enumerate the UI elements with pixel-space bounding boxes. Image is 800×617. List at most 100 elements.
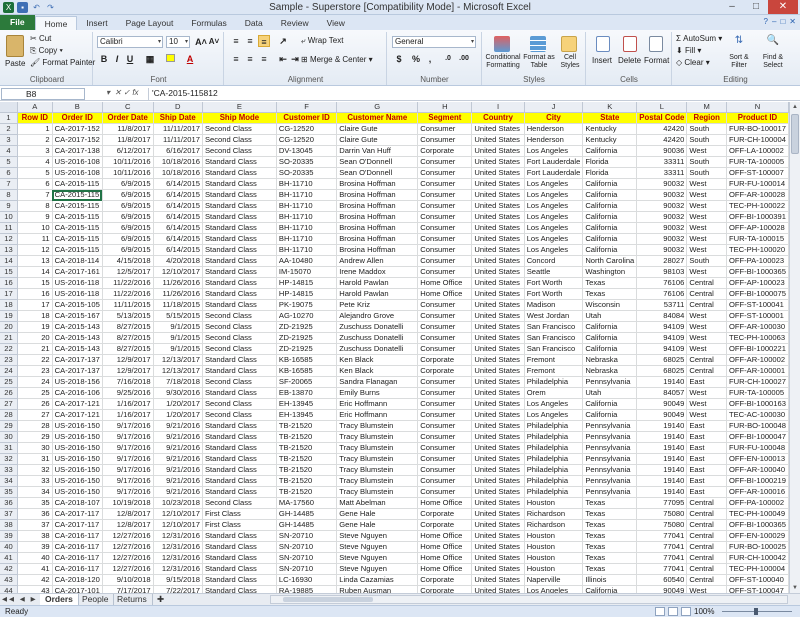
table-cell[interactable]: Consumer [417, 321, 473, 333]
table-cell[interactable]: West [686, 398, 727, 410]
table-cell[interactable]: AG-10270 [276, 310, 338, 322]
table-cell[interactable]: TEC-PH-100022 [726, 200, 789, 212]
table-cell[interactable]: 10/18/2016 [153, 167, 203, 179]
table-cell[interactable]: Harold Pawlan [336, 277, 419, 289]
table-cell[interactable]: 10 [17, 222, 53, 234]
table-cell[interactable]: Houston [524, 563, 584, 575]
table-cell[interactable]: United States [471, 310, 525, 322]
table-cell[interactable]: 6/14/2015 [153, 200, 203, 212]
table-cell[interactable]: Kentucky [582, 134, 638, 146]
table-cell[interactable]: DV-13045 [276, 145, 338, 157]
table-cell[interactable]: 9/15/2018 [153, 574, 203, 586]
table-cell[interactable]: East [686, 475, 727, 487]
table-cell[interactable]: Pennsylvania [582, 442, 638, 454]
row-header[interactable]: 22 [0, 343, 18, 355]
table-cell[interactable]: Consumer [417, 134, 473, 146]
table-cell[interactable]: IM-15070 [276, 266, 338, 278]
row-header[interactable]: 39 [0, 530, 18, 542]
table-cell[interactable]: Philadelphia [524, 431, 584, 443]
row-header[interactable]: 23 [0, 354, 18, 366]
table-cell[interactable]: 19140 [636, 464, 688, 476]
table-cell[interactable]: 6 [17, 178, 53, 190]
table-cell[interactable]: SF-20065 [276, 376, 338, 388]
sort-filter-icon[interactable]: ⇅ [731, 35, 747, 51]
row-header[interactable]: 2 [0, 123, 18, 135]
header-cell[interactable]: Country [471, 112, 525, 124]
header-cell[interactable]: Region [686, 112, 727, 124]
table-cell[interactable]: MA-17560 [276, 497, 338, 509]
table-cell[interactable]: CG-12520 [276, 123, 338, 135]
table-cell[interactable]: 68025 [636, 365, 688, 377]
table-cell[interactable]: Standard Class [202, 563, 277, 575]
table-cell[interactable]: 20 [17, 332, 53, 344]
table-cell[interactable]: Pete Kriz [336, 299, 419, 311]
header-cell[interactable]: Customer ID [276, 112, 338, 124]
table-cell[interactable]: OFF-ST-100047 [726, 585, 789, 593]
table-cell[interactable]: Consumer [417, 475, 473, 487]
table-cell[interactable]: PK-19075 [276, 299, 338, 311]
table-cell[interactable]: 35 [17, 497, 53, 509]
format-cells-button[interactable]: Format [644, 56, 669, 66]
table-cell[interactable]: 11/11/2015 [102, 299, 154, 311]
table-cell[interactable]: US-2016-150 [52, 486, 103, 498]
row-header[interactable]: 41 [0, 552, 18, 564]
table-cell[interactable]: CA-2018-114 [52, 255, 103, 267]
table-cell[interactable]: 1 [17, 123, 53, 135]
table-cell[interactable]: 9/17/2016 [102, 431, 154, 443]
table-cell[interactable]: Harold Pawlan [336, 288, 419, 300]
table-cell[interactable]: TEC-PH-100020 [726, 244, 789, 256]
table-cell[interactable]: 6/12/2017 [102, 145, 154, 157]
table-cell[interactable]: 9/21/2016 [153, 442, 203, 454]
table-cell[interactable]: California [582, 409, 638, 421]
table-cell[interactable]: West [686, 310, 727, 322]
vertical-scrollbar[interactable]: ▲ ▼ [789, 102, 800, 593]
table-cell[interactable]: 11/11/2017 [153, 123, 203, 135]
row-header[interactable]: 20 [0, 321, 18, 333]
table-cell[interactable]: Philadelphia [524, 464, 584, 476]
table-cell[interactable]: Steve Nguyen [336, 563, 419, 575]
table-cell[interactable]: TB-21520 [276, 486, 338, 498]
sheet-tab-orders[interactable]: Orders [40, 594, 79, 605]
orientation-icon[interactable]: ↗ [277, 35, 289, 47]
outdent-icon[interactable]: ⇥ [289, 53, 301, 65]
row-header[interactable]: 13 [0, 244, 18, 256]
borders-icon[interactable]: ▦ [144, 53, 156, 65]
table-cell[interactable]: 9/21/2016 [153, 453, 203, 465]
table-cell[interactable]: OFF-ST-100007 [726, 167, 789, 179]
column-header-d[interactable]: D [153, 102, 203, 113]
table-cell[interactable]: TEC-PH-100049 [726, 508, 789, 520]
table-cell[interactable]: Standard Class [202, 552, 277, 564]
table-cell[interactable]: South [686, 167, 727, 179]
table-cell[interactable]: Consumer [417, 222, 473, 234]
table-cell[interactable]: Consumer [417, 266, 473, 278]
table-cell[interactable]: Consumer [417, 167, 473, 179]
table-cell[interactable]: United States [471, 398, 525, 410]
column-header-c[interactable]: C [102, 102, 154, 113]
table-cell[interactable]: California [582, 244, 638, 256]
table-cell[interactable]: SO-20335 [276, 167, 338, 179]
table-cell[interactable]: 77041 [636, 530, 688, 542]
table-cell[interactable]: 12/31/2016 [153, 530, 203, 542]
table-cell[interactable]: United States [471, 365, 525, 377]
table-cell[interactable]: Brosina Hoffman [336, 222, 419, 234]
table-cell[interactable]: BH-11710 [276, 233, 338, 245]
table-cell[interactable]: ZD-21925 [276, 343, 338, 355]
table-cell[interactable]: 12/10/2017 [153, 508, 203, 520]
table-cell[interactable]: Andrew Allen [336, 255, 419, 267]
table-cell[interactable]: San Francisco [524, 343, 584, 355]
table-cell[interactable]: Central [686, 519, 727, 531]
table-cell[interactable]: Pennsylvania [582, 420, 638, 432]
row-header[interactable]: 32 [0, 453, 18, 465]
row-header[interactable]: 42 [0, 563, 18, 575]
table-cell[interactable]: 39 [17, 541, 53, 553]
table-cell[interactable]: 13 [17, 255, 53, 267]
table-cell[interactable]: 11/11/2017 [153, 134, 203, 146]
table-cell[interactable]: United States [471, 321, 525, 333]
table-cell[interactable]: Standard Class [202, 189, 277, 201]
table-cell[interactable]: OFF-AR-100040 [726, 464, 789, 476]
currency-button[interactable]: $ [393, 53, 405, 65]
table-cell[interactable]: CA-2015-143 [52, 343, 103, 355]
table-cell[interactable]: Consumer [417, 398, 473, 410]
page-layout-view-icon[interactable] [668, 607, 678, 616]
table-cell[interactable]: United States [471, 530, 525, 542]
